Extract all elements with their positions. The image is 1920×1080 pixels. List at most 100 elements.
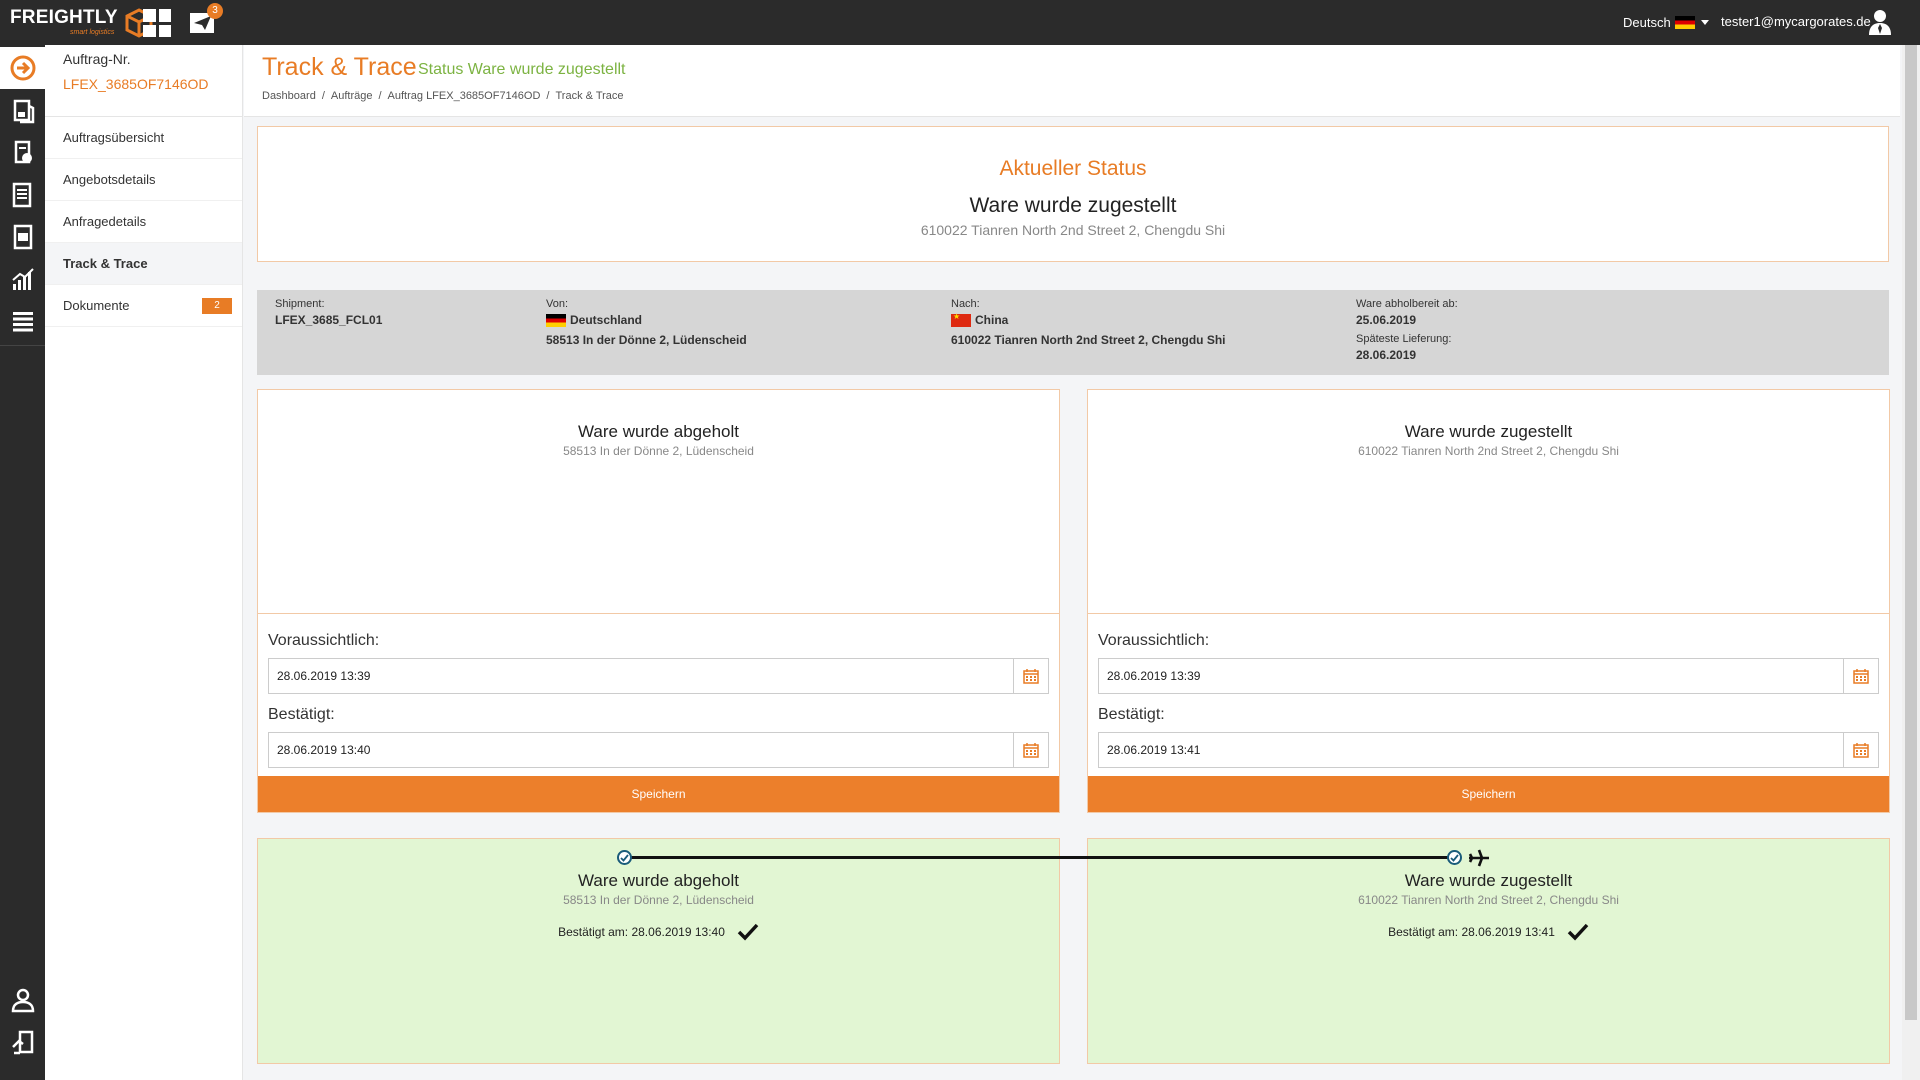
support-agent-icon bbox=[11, 988, 34, 1013]
breadcrumb-separator: / bbox=[378, 90, 382, 102]
order-number-value[interactable]: LFEX_3685OF7146OD bbox=[63, 76, 242, 92]
dates-column: Ware abholbereit ab: 25.06.2019 Späteste… bbox=[1356, 298, 1458, 362]
status-card-title: Ware wurde zugestellt bbox=[1404, 422, 1573, 441]
china-flag-icon bbox=[951, 312, 971, 327]
save-button[interactable]: Speichern bbox=[258, 776, 1059, 812]
latest-value: 28.06.2019 bbox=[1356, 348, 1417, 362]
breadcrumb: Dashboard / Aufträge / Auftrag LFEX_3685OF… bbox=[262, 90, 624, 102]
arrow-circle-right-icon bbox=[10, 55, 35, 81]
from-label: Von: bbox=[546, 298, 569, 310]
page-scrollbar[interactable] bbox=[1902, 45, 1920, 1080]
user-profile-icon[interactable] bbox=[1868, 8, 1892, 36]
calendar-button[interactable] bbox=[1843, 733, 1878, 767]
rail-arrow-item[interactable] bbox=[0, 47, 45, 89]
expected-date-input[interactable] bbox=[1099, 659, 1843, 693]
breadcrumb-dashboard[interactable]: Dashboard bbox=[262, 90, 316, 102]
status-card-address: 610022 Tianren North 2nd Street 2, Cheng… bbox=[1358, 444, 1619, 458]
apps-grid-icon[interactable] bbox=[143, 9, 171, 37]
scrollbar-thumb[interactable] bbox=[1905, 45, 1917, 1020]
timeline-card-pickup: Ware wurde abgeholt 58513 In der Dönne 2… bbox=[257, 838, 1060, 1064]
status-card-delivery: Ware wurde zugestellt 610022 Tianren Nor… bbox=[1087, 389, 1890, 813]
rail-support-item[interactable] bbox=[0, 979, 45, 1021]
sidebar-item-label: Angebotsdetails bbox=[63, 172, 156, 187]
logo-tagline: smart logistics bbox=[70, 29, 115, 36]
order-sidebar: Auftrag-Nr. LFEX_3685OF7146OD Auftragsüb… bbox=[45, 45, 243, 1080]
timeline-confirmation: Bestätigt am: 28.06.2019 13:40 bbox=[258, 923, 1059, 941]
confirmed-date-input[interactable] bbox=[1099, 733, 1843, 767]
sidebar-item-track-trace[interactable]: Track & Trace bbox=[45, 243, 242, 285]
calendar-button[interactable] bbox=[1843, 659, 1878, 693]
calendar-icon bbox=[1023, 669, 1039, 684]
breadcrumb-current: Track & Trace bbox=[555, 90, 624, 102]
timeline-title: Ware wurde abgeholt bbox=[578, 871, 739, 890]
german-flag-icon bbox=[546, 313, 566, 327]
chevron-down-icon bbox=[1700, 20, 1709, 25]
checkmark-icon bbox=[737, 923, 759, 941]
rail-logout-item[interactable] bbox=[0, 1021, 45, 1063]
status-card-form: Voraussichtlich: Bestätigt: bbox=[258, 614, 1059, 776]
shipment-label: Shipment: bbox=[275, 298, 325, 310]
breadcrumb-auftrag[interactable]: Auftrag LFEX_3685OF7146OD bbox=[388, 90, 541, 102]
breadcrumb-auftraege[interactable]: Aufträge bbox=[331, 90, 373, 102]
document-lock-icon bbox=[14, 140, 32, 164]
confirmed-label: Bestätigt: bbox=[1098, 706, 1165, 723]
status-card-header: Ware wurde zugestellt 610022 Tianren Nor… bbox=[1088, 390, 1889, 614]
rail-invoices-item[interactable] bbox=[0, 216, 45, 258]
document-list-icon bbox=[12, 182, 31, 208]
save-button[interactable]: Speichern bbox=[1088, 776, 1889, 812]
timeline-address: 610022 Tianren North 2nd Street 2, Cheng… bbox=[1358, 893, 1619, 907]
calendar-button[interactable] bbox=[1013, 733, 1048, 767]
status-card-form: Voraussichtlich: Bestätigt: bbox=[1088, 614, 1889, 776]
expected-date-input[interactable] bbox=[269, 659, 1013, 693]
timeline-confirmed-text: Bestätigt am: 28.06.2019 13:40 bbox=[558, 925, 725, 939]
confirmed-date-input[interactable] bbox=[269, 733, 1013, 767]
breadcrumb-separator: / bbox=[546, 90, 550, 102]
latest-label: Späteste Lieferung: bbox=[1356, 333, 1452, 345]
page-title: Track & Trace bbox=[262, 53, 417, 81]
language-label: Deutsch bbox=[1623, 15, 1671, 30]
freightly-logo[interactable]: FREIGHTLY smart logistics bbox=[10, 8, 154, 38]
shipment-info-strip: Shipment: LFEX_3685_FCL01 Von: Deutschla… bbox=[257, 290, 1889, 375]
to-label: Nach: bbox=[951, 298, 980, 310]
breadcrumb-separator: / bbox=[321, 90, 325, 102]
expected-label: Voraussichtlich: bbox=[268, 632, 380, 649]
logout-icon bbox=[11, 1030, 33, 1055]
sidebar-item-auftragsuebersicht[interactable]: Auftragsübersicht bbox=[45, 117, 242, 159]
current-status-panel: Aktueller Status Ware wurde zugestellt 6… bbox=[257, 126, 1889, 262]
expected-label: Voraussichtlich: bbox=[1098, 632, 1210, 649]
expected-date-field bbox=[268, 658, 1049, 694]
checkmark-icon bbox=[1567, 923, 1589, 941]
confirmed-label: Bestätigt: bbox=[268, 706, 335, 723]
shipment-document-icon bbox=[13, 99, 34, 124]
order-number-block: Auftrag-Nr. LFEX_3685OF7146OD bbox=[45, 45, 242, 117]
current-status-text: Ware wurde zugestellt bbox=[969, 194, 1177, 217]
bar-chart-icon bbox=[11, 268, 34, 290]
confirmed-date-field bbox=[268, 732, 1049, 768]
from-column: Von: Deutschland 58513 In der Dönne 2, L… bbox=[546, 298, 747, 347]
sidebar-item-angebotsdetails[interactable]: Angebotsdetails bbox=[45, 159, 242, 201]
to-address: 610022 Tianren North 2nd Street 2, Cheng… bbox=[951, 333, 1226, 347]
sidebar-item-anfragedetails[interactable]: Anfragedetails bbox=[45, 201, 242, 243]
language-selector[interactable]: Deutsch bbox=[1623, 15, 1709, 30]
rail-shipments-item[interactable] bbox=[0, 90, 45, 132]
sidebar-item-dokumente[interactable]: Dokumente 2 bbox=[45, 285, 242, 327]
invoice-icon bbox=[13, 224, 32, 250]
user-email[interactable]: tester1@mycargorates.de bbox=[1721, 14, 1871, 29]
timeline-title: Ware wurde zugestellt bbox=[1404, 871, 1573, 890]
rail-analytics-item[interactable] bbox=[0, 258, 45, 300]
list-icon bbox=[12, 312, 33, 332]
sidebar-item-label: Anfragedetails bbox=[63, 214, 147, 229]
rail-documents-item[interactable] bbox=[0, 174, 45, 216]
calendar-button[interactable] bbox=[1013, 659, 1048, 693]
airplane-icon bbox=[1468, 849, 1489, 867]
german-flag-icon bbox=[1674, 16, 1695, 29]
timeline-address: 58513 In der Dönne 2, Lüdenscheid bbox=[563, 893, 754, 907]
current-status-heading: Aktueller Status bbox=[999, 157, 1147, 180]
to-country-name: China bbox=[975, 313, 1009, 327]
from-address: 58513 In der Dönne 2, Lüdenscheid bbox=[546, 333, 747, 347]
rail-orders-item[interactable] bbox=[0, 132, 45, 174]
to-country: China bbox=[951, 312, 1226, 327]
timeline-node-check-icon bbox=[617, 850, 632, 865]
rail-list-item[interactable] bbox=[0, 300, 45, 342]
sidebar-item-label: Auftragsübersicht bbox=[63, 130, 165, 145]
